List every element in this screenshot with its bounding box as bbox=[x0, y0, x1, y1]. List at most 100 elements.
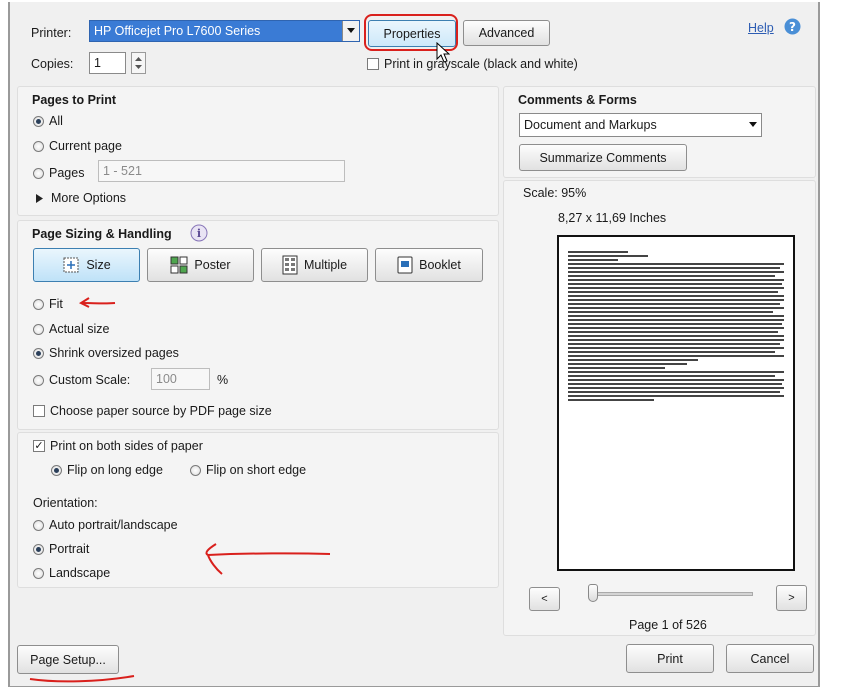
radio-auto-label: Auto portrait/landscape bbox=[49, 518, 178, 532]
both-sides-checkbox[interactable]: ✓ bbox=[33, 440, 45, 452]
svg-text:?: ? bbox=[789, 20, 796, 34]
annotation-underline bbox=[29, 675, 135, 683]
next-page-label: > bbox=[788, 592, 795, 604]
preview-text-block bbox=[568, 251, 784, 403]
pages-option-current[interactable]: Current page bbox=[33, 139, 122, 153]
radio-flip-short[interactable] bbox=[190, 464, 201, 476]
page-slider-thumb[interactable] bbox=[588, 584, 598, 602]
summarize-comments-label: Summarize Comments bbox=[539, 150, 667, 165]
printer-select-arrow-box[interactable] bbox=[342, 21, 359, 41]
mode-poster-label: Poster bbox=[194, 258, 231, 272]
paper-source-checkbox[interactable] bbox=[33, 405, 45, 417]
mode-size-label: Size bbox=[86, 258, 111, 272]
comments-forms-value: Document and Markups bbox=[524, 118, 657, 132]
page-sizing-title: Page Sizing & Handling bbox=[32, 227, 172, 241]
radio-shrink-label: Shrink oversized pages bbox=[49, 346, 179, 360]
chevron-down-icon bbox=[749, 122, 757, 127]
comments-forms-title: Comments & Forms bbox=[518, 93, 637, 107]
radio-portrait[interactable] bbox=[33, 543, 44, 555]
orientation-option-landscape[interactable]: Landscape bbox=[33, 566, 110, 580]
pages-to-print-title: Pages to Print bbox=[32, 93, 117, 107]
grayscale-checkbox[interactable] bbox=[367, 58, 379, 70]
radio-actual-size[interactable] bbox=[33, 323, 44, 335]
print-dialog: Printer: HP Officejet Pro L7600 Series P… bbox=[8, 2, 820, 687]
flip-short-option[interactable]: Flip on short edge bbox=[190, 463, 306, 477]
both-sides-label: Print on both sides of paper bbox=[50, 439, 203, 453]
page-setup-button[interactable]: Page Setup... bbox=[17, 645, 119, 674]
copies-input[interactable]: 1 bbox=[89, 52, 126, 74]
help-link[interactable]: Help bbox=[748, 21, 774, 35]
prev-page-button[interactable]: < bbox=[529, 587, 560, 611]
question-icon[interactable]: ? bbox=[784, 18, 801, 35]
sizing-option-fit[interactable]: Fit bbox=[33, 297, 63, 311]
booklet-icon bbox=[397, 256, 413, 274]
pages-option-pages[interactable]: Pages bbox=[33, 166, 84, 180]
mode-booklet-button[interactable]: Booklet bbox=[375, 248, 483, 282]
radio-actual-label: Actual size bbox=[49, 322, 110, 336]
grayscale-option[interactable]: Print in grayscale (black and white) bbox=[367, 57, 578, 71]
advanced-button[interactable]: Advanced bbox=[463, 20, 550, 46]
mode-multiple-label: Multiple bbox=[303, 258, 348, 272]
svg-text:i: i bbox=[197, 227, 201, 240]
pages-range-input[interactable]: 1 - 521 bbox=[98, 160, 345, 182]
page-slider-track[interactable] bbox=[588, 592, 753, 596]
radio-pages-label: Pages bbox=[49, 166, 85, 180]
print-button[interactable]: Print bbox=[626, 644, 714, 673]
copies-label: Copies: bbox=[31, 57, 74, 71]
cancel-label: Cancel bbox=[750, 651, 790, 666]
sizing-option-shrink[interactable]: Shrink oversized pages bbox=[33, 346, 179, 360]
radio-fit[interactable] bbox=[33, 298, 44, 310]
flip-short-label: Flip on short edge bbox=[206, 463, 307, 477]
multiple-icon bbox=[282, 255, 298, 275]
radio-shrink[interactable] bbox=[33, 347, 44, 359]
more-options-toggle[interactable]: More Options bbox=[36, 191, 126, 205]
radio-flip-long[interactable] bbox=[51, 464, 62, 476]
summarize-comments-button[interactable]: Summarize Comments bbox=[519, 144, 687, 171]
size-icon bbox=[63, 257, 79, 273]
pages-range-value: 1 - 521 bbox=[103, 164, 142, 178]
both-sides-option[interactable]: ✓ Print on both sides of paper bbox=[33, 439, 203, 453]
mode-poster-button[interactable]: Poster bbox=[147, 248, 254, 282]
page-sizing-panel: Page Sizing & Handling i Size Poster Mul… bbox=[17, 220, 499, 430]
prev-page-label: < bbox=[541, 593, 548, 605]
radio-landscape[interactable] bbox=[33, 567, 44, 579]
duplex-orientation-panel: ✓ Print on both sides of paper Flip on l… bbox=[17, 432, 499, 588]
radio-custom-scale[interactable] bbox=[33, 374, 44, 386]
cancel-button[interactable]: Cancel bbox=[726, 644, 814, 673]
custom-scale-input[interactable]: 100 bbox=[151, 368, 210, 390]
radio-all-label: All bbox=[49, 114, 63, 128]
annotation-arrow-portrait bbox=[205, 543, 331, 575]
paper-source-option[interactable]: Choose paper source by PDF page size bbox=[33, 404, 272, 418]
copies-value: 1 bbox=[94, 56, 101, 70]
mode-booklet-label: Booklet bbox=[419, 258, 461, 272]
more-options-label: More Options bbox=[51, 191, 127, 205]
radio-pages[interactable] bbox=[33, 167, 44, 179]
orientation-option-portrait[interactable]: Portrait bbox=[33, 542, 89, 556]
triangle-right-icon bbox=[36, 193, 43, 203]
orientation-label: Orientation: bbox=[33, 496, 98, 510]
print-label: Print bbox=[657, 651, 683, 666]
flip-long-option[interactable]: Flip on long edge bbox=[51, 463, 163, 477]
comments-forms-panel: Comments & Forms Document and Markups Su… bbox=[503, 86, 816, 178]
info-icon[interactable]: i bbox=[190, 224, 208, 242]
page-preview bbox=[557, 235, 795, 571]
radio-all[interactable] bbox=[33, 115, 44, 127]
preview-scale: Scale: 95% bbox=[523, 186, 587, 200]
comments-forms-select[interactable]: Document and Markups bbox=[519, 113, 762, 137]
printer-select-value: HP Officejet Pro L7600 Series bbox=[94, 24, 261, 38]
pages-option-all[interactable]: All bbox=[33, 114, 63, 128]
sizing-option-custom[interactable]: Custom Scale: bbox=[33, 373, 130, 387]
percent-label: % bbox=[217, 373, 229, 387]
copies-spinner[interactable] bbox=[131, 52, 146, 74]
printer-select[interactable]: HP Officejet Pro L7600 Series bbox=[89, 20, 360, 42]
orientation-option-auto[interactable]: Auto portrait/landscape bbox=[33, 518, 178, 532]
paper-source-label: Choose paper source by PDF page size bbox=[50, 404, 272, 418]
sizing-option-actual[interactable]: Actual size bbox=[33, 322, 109, 336]
radio-current-page[interactable] bbox=[33, 140, 44, 152]
pages-to-print-panel: Pages to Print All Current page Pages 1 … bbox=[17, 86, 499, 216]
next-page-button[interactable]: > bbox=[776, 585, 807, 611]
mode-multiple-button[interactable]: Multiple bbox=[261, 248, 368, 282]
radio-auto-orientation[interactable] bbox=[33, 519, 44, 531]
grayscale-label: Print in grayscale (black and white) bbox=[384, 57, 578, 71]
mode-size-button[interactable]: Size bbox=[33, 248, 140, 282]
